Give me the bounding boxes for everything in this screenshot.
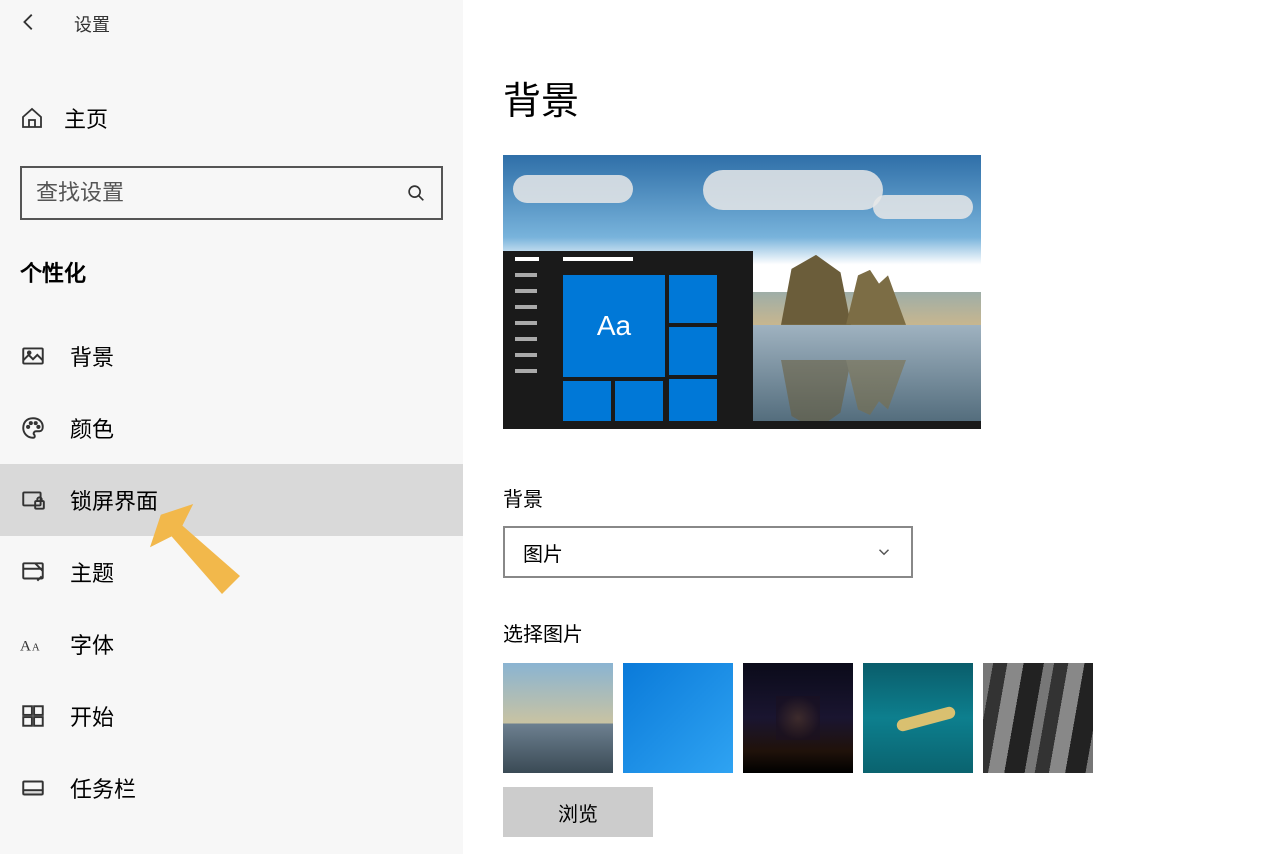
home-label: 主页: [64, 102, 108, 134]
browse-button[interactable]: 浏览: [503, 787, 653, 837]
desktop-preview: Aa: [503, 155, 981, 429]
start-icon: [20, 703, 46, 729]
preview-tile-text: Aa: [563, 275, 665, 377]
image-thumbnails: [503, 663, 1240, 773]
svg-text:A: A: [32, 642, 40, 654]
sidebar-item-label: 开始: [70, 700, 114, 732]
search-icon: [405, 182, 427, 204]
search-box[interactable]: [20, 166, 443, 220]
sidebar-item-label: 字体: [70, 628, 114, 660]
sidebar-item-label: 任务栏: [70, 772, 136, 804]
sidebar-section-header: 个性化: [0, 220, 463, 298]
back-button[interactable]: [18, 11, 40, 38]
sidebar-item-theme[interactable]: 主题: [0, 536, 463, 608]
page-title: 背景: [503, 70, 1240, 125]
sidebar-item-label: 主题: [70, 556, 114, 588]
thumbnail-3[interactable]: [743, 663, 853, 773]
sidebar-item-taskbar[interactable]: 任务栏: [0, 752, 463, 824]
palette-icon: [20, 415, 46, 441]
search-input[interactable]: [36, 180, 405, 206]
thumbnail-4[interactable]: [863, 663, 973, 773]
thumbnail-1[interactable]: [503, 663, 613, 773]
sidebar: 设置 主页 个性化 背景: [0, 0, 463, 854]
app-title: 设置: [74, 11, 110, 37]
preview-start-menu: Aa: [503, 251, 753, 429]
sidebar-item-home[interactable]: 主页: [0, 88, 463, 148]
sidebar-item-background[interactable]: 背景: [0, 320, 463, 392]
taskbar-icon: [20, 775, 46, 801]
sidebar-item-start[interactable]: 开始: [0, 680, 463, 752]
nav-list: 背景 颜色 锁屏界面: [0, 320, 463, 824]
dropdown-value: 图片: [523, 538, 563, 567]
content-pane: 背景 Aa: [463, 0, 1280, 854]
title-bar: 设置: [0, 0, 463, 48]
theme-icon: [20, 559, 46, 585]
thumbnail-2[interactable]: [623, 663, 733, 773]
sidebar-item-label: 背景: [70, 340, 114, 372]
picture-icon: [20, 343, 46, 369]
background-dropdown[interactable]: 图片: [503, 526, 913, 578]
sidebar-item-color[interactable]: 颜色: [0, 392, 463, 464]
thumbnail-5[interactable]: [983, 663, 1093, 773]
font-icon: AA: [20, 631, 46, 657]
sidebar-item-label: 锁屏界面: [70, 484, 158, 516]
lockscreen-icon: [20, 487, 46, 513]
sidebar-item-lockscreen[interactable]: 锁屏界面: [0, 464, 463, 536]
sidebar-item-font[interactable]: AA 字体: [0, 608, 463, 680]
choose-image-label: 选择图片: [503, 618, 1240, 647]
background-field-label: 背景: [503, 483, 1240, 512]
svg-text:A: A: [20, 638, 31, 655]
sidebar-item-label: 颜色: [70, 412, 114, 444]
chevron-down-icon: [875, 543, 893, 561]
home-icon: [20, 106, 44, 130]
